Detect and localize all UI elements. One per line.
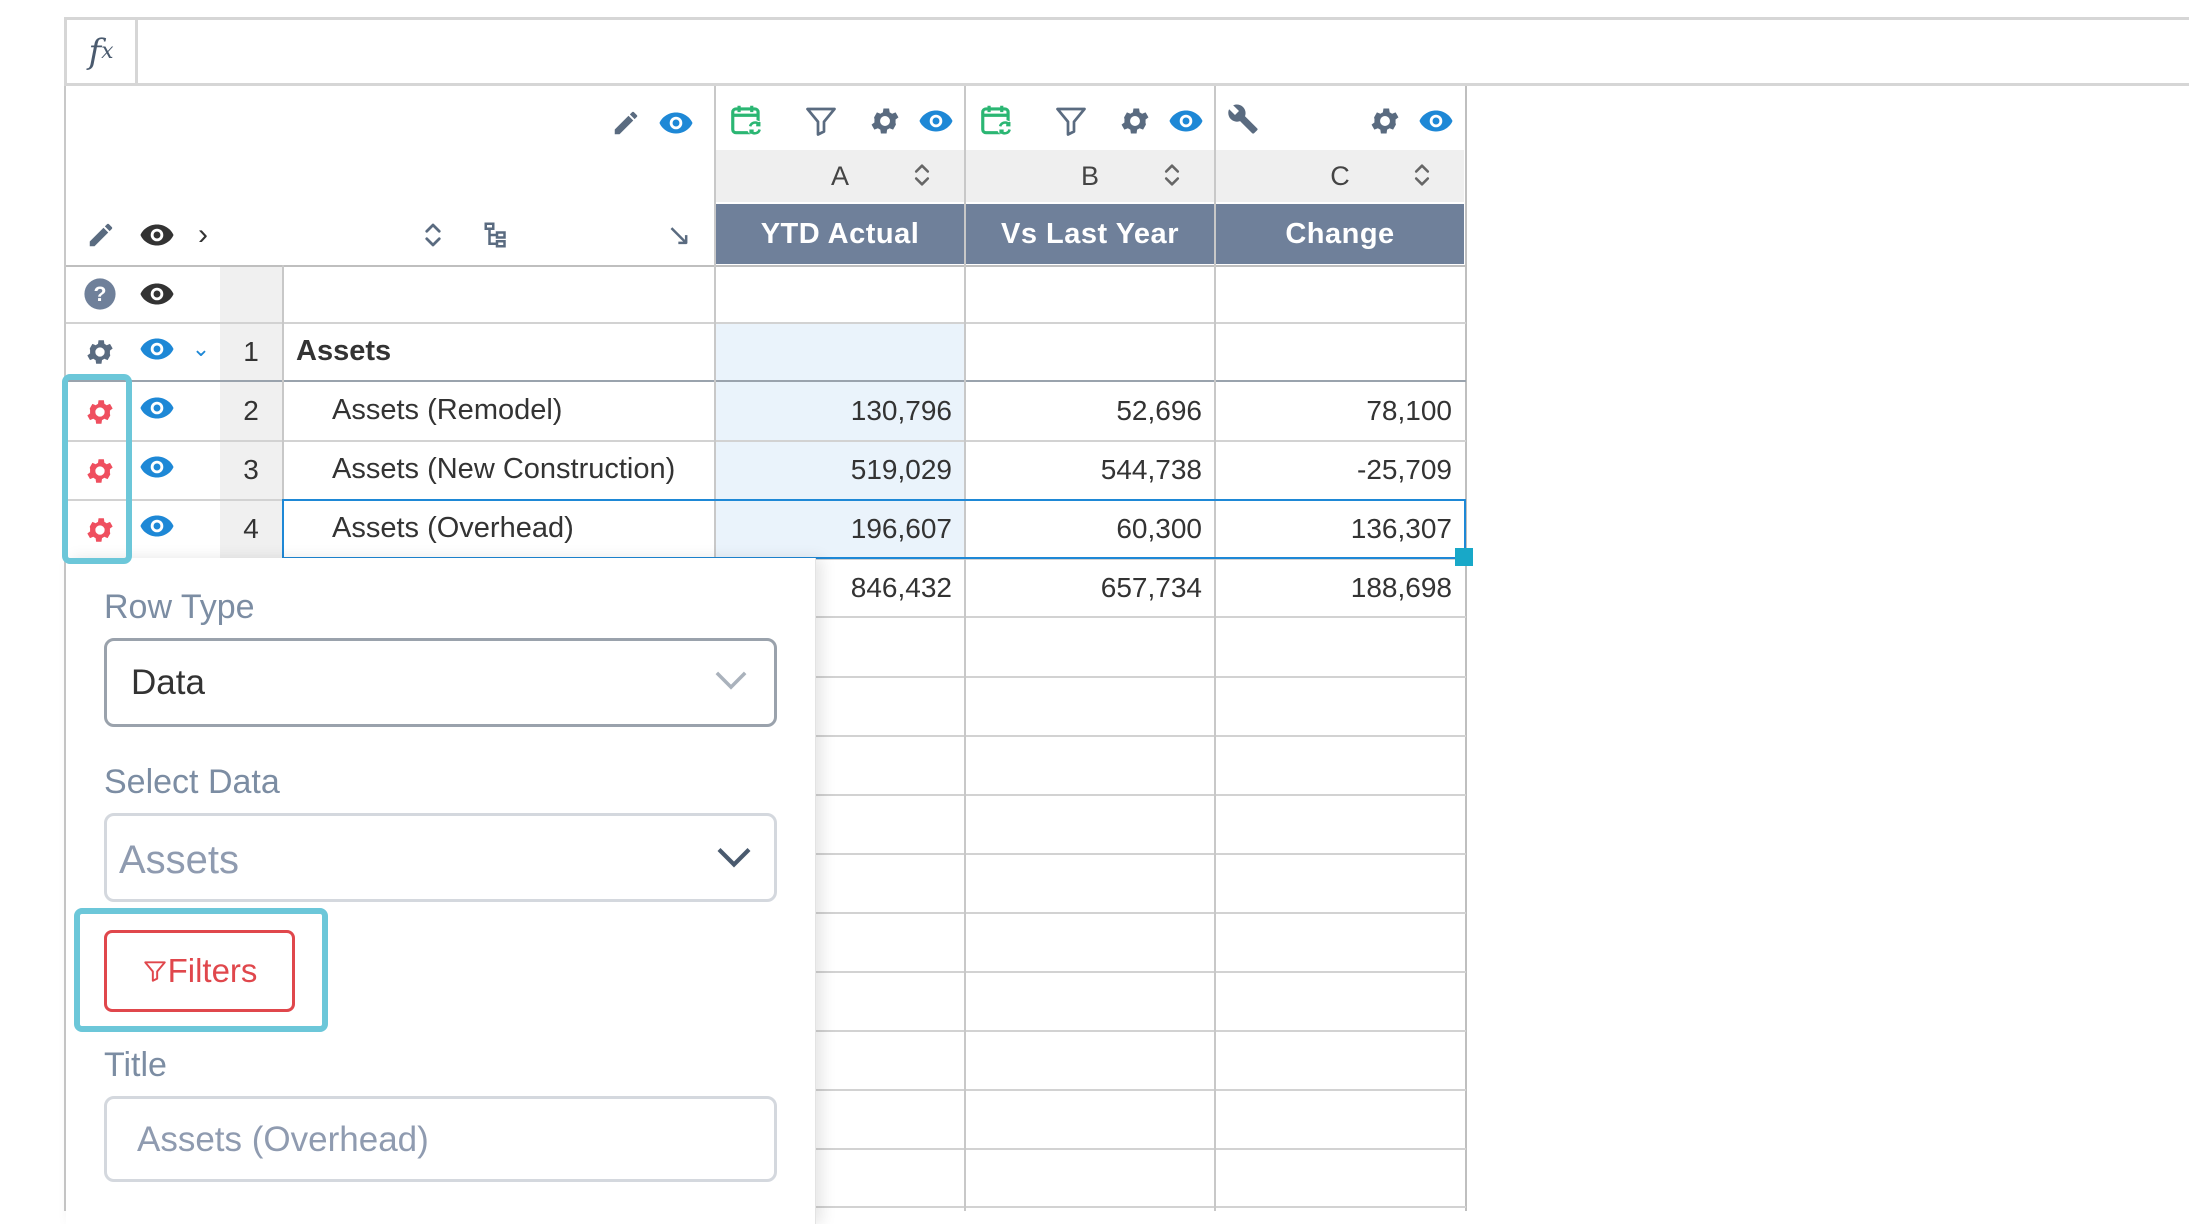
fx-sub: x [101,39,114,64]
row-number: 4 [243,513,259,544]
column-title-b[interactable]: Vs Last Year [966,204,1214,264]
grid-line [716,794,1466,796]
cell-value[interactable]: 519,029 [716,454,952,486]
cell-value[interactable]: 60,300 [966,513,1202,545]
filter-icon[interactable] [1052,102,1090,140]
fx-symbol: f [88,31,102,72]
column-letter-label: C [1330,160,1350,191]
row-number: 1 [243,336,259,367]
fill-handle[interactable] [1455,548,1473,566]
row-number: 3 [243,454,259,485]
expand-chevron-right-icon[interactable]: › [190,218,216,251]
filters-highlight [74,908,328,1032]
row-settings-panel: Row Type Data Select Data Assets Filters… [66,558,816,1224]
edit-pencil-icon[interactable] [609,106,643,140]
calendar-refresh-icon[interactable] [978,100,1016,140]
column-eye-icon[interactable] [917,102,955,140]
cell-value[interactable]: 52,696 [966,395,1202,427]
column-letter-label: B [1080,160,1099,191]
row-gear-icon[interactable] [82,334,118,370]
row-type-value: Data [131,663,205,702]
row-eye-icon[interactable] [138,275,176,313]
row-label[interactable]: Assets (Remodel) [332,394,562,427]
grid-line [716,1089,1466,1091]
total-value[interactable]: 657,734 [966,572,1202,604]
grid-line [716,1148,1466,1150]
calendar-refresh-icon[interactable] [728,100,766,140]
grid-line [1214,86,1216,1211]
grid-line [66,322,1466,324]
svg-text:?: ? [94,282,107,306]
column-gear-icon[interactable] [1116,102,1154,140]
row-edit-pencil-icon[interactable] [84,218,118,252]
chevron-down-icon [714,669,748,691]
tree-hierarchy-icon[interactable] [480,218,514,252]
column-gear-icon[interactable] [866,102,904,140]
column-eye-icon[interactable] [1417,102,1455,140]
grid-line [716,971,1466,973]
title-placeholder: Assets (Overhead) [137,1120,429,1159]
cell-value[interactable]: 544,738 [966,454,1202,486]
select-data-label: Select Data [104,763,280,801]
cell-value[interactable]: 136,307 [1216,513,1452,545]
column-letter-label: A [830,160,849,191]
cell-value[interactable]: 130,796 [716,395,952,427]
filter-icon[interactable] [802,102,840,140]
grid-line [716,853,1466,855]
chevron-down-icon [716,846,752,868]
help-icon[interactable]: ? [82,276,118,312]
row-label[interactable]: Assets (New Construction) [332,453,675,486]
fx-icon: fx [67,20,138,83]
row-eye-icon[interactable] [138,448,176,486]
row-number: 2 [243,395,259,426]
sort-updown-icon[interactable] [416,218,450,252]
column-title-a[interactable]: YTD Actual [716,204,964,264]
row-eye-icon[interactable] [138,507,176,545]
grid-line [964,86,966,1211]
rows-eye-icon[interactable] [138,216,176,254]
visibility-eye-icon[interactable] [657,104,695,142]
cell-value[interactable]: -25,709 [1216,454,1452,486]
column-title-c[interactable]: Change [1216,204,1464,264]
title-input[interactable]: Assets (Overhead) [104,1096,777,1182]
wrench-icon[interactable] [1224,100,1262,138]
row-eye-icon[interactable] [138,389,176,427]
arrow-down-right-icon[interactable]: ↘ [664,218,694,252]
grid-line [716,676,1466,678]
cell-value[interactable]: 196,607 [716,513,952,545]
total-value[interactable]: 188,698 [1216,572,1452,604]
column-letter-b[interactable]: B [966,150,1214,202]
grid-line [716,1030,1466,1032]
gear-column-highlight [62,374,132,564]
select-data-value: Assets [119,838,240,882]
formula-bar: fx [64,17,2189,86]
row-type-select[interactable]: Data [104,638,777,727]
cell-value[interactable]: 78,100 [1216,395,1452,427]
row-label[interactable]: Assets [296,335,391,368]
column-eye-icon[interactable] [1167,102,1205,140]
collapse-chevron-down-icon[interactable]: ⌄ [188,334,214,364]
row-eye-icon[interactable] [138,330,176,368]
row-label[interactable]: Assets (Overhead) [332,512,574,545]
grid-line [716,1206,1466,1208]
grid-line [716,735,1466,737]
column-gear-icon[interactable] [1366,102,1404,140]
grid-line [716,912,1466,914]
column-sort-icon[interactable] [1158,160,1186,190]
grid-line [716,616,1466,618]
formula-input[interactable] [141,20,2189,83]
column-sort-icon[interactable] [1408,160,1436,190]
column-letter-c[interactable]: C [1216,150,1464,202]
grid-line [66,440,1466,442]
grid-line [66,380,1466,382]
column-letter-a[interactable]: A [716,150,964,202]
column-sort-icon[interactable] [908,160,936,190]
select-data-select[interactable]: Assets [104,813,777,902]
title-label: Title [104,1046,167,1084]
row-type-label: Row Type [104,588,255,626]
